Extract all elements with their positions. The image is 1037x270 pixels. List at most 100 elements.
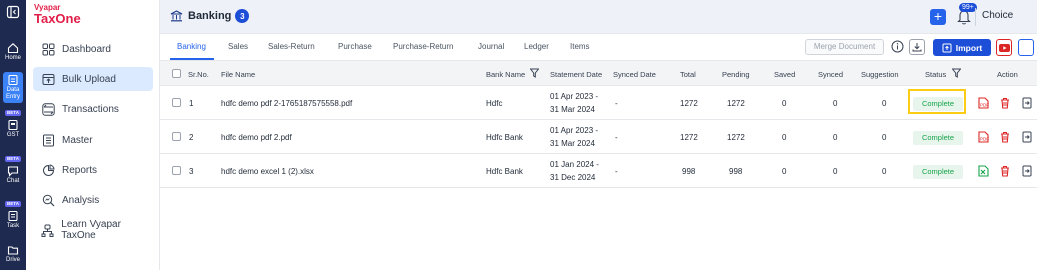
col-statement-date: Statement Date xyxy=(550,70,603,79)
cell-synced: 0 xyxy=(833,133,838,142)
sidebar-item-label: Learn Vyapar TaxOne xyxy=(61,219,121,241)
cell-srno: 2 xyxy=(189,133,194,142)
import-button[interactable]: Import xyxy=(933,39,991,56)
sidebar-item-label: Dashboard xyxy=(62,43,111,55)
info-button[interactable] xyxy=(891,40,904,58)
cell-suggestion: 0 xyxy=(882,99,887,108)
row-checkbox[interactable] xyxy=(172,132,181,141)
cell-synced: 0 xyxy=(833,99,838,108)
table-row[interactable]: 2 hdfc demo pdf 2.pdf Hdfc Bank 01 Apr 2… xyxy=(160,120,1037,154)
sidebar-item-label: Master xyxy=(62,134,93,146)
col-synced: Synced xyxy=(818,70,844,79)
tab-items[interactable]: Items xyxy=(570,42,590,51)
cell-saved: 0 xyxy=(782,167,787,176)
sidebar-item-analysis[interactable]: Analysis xyxy=(33,188,153,212)
col-pending: Pending xyxy=(722,70,750,79)
cell-bank-name: Hdfc Bank xyxy=(486,133,523,142)
cell-srno: 3 xyxy=(189,167,194,176)
select-all-checkbox[interactable] xyxy=(172,69,181,78)
cell-suggestion: 0 xyxy=(882,133,887,142)
sidebar-item-label: Analysis xyxy=(62,194,100,206)
col-bank-name: Bank Name xyxy=(486,70,526,79)
cell-statement-date-start: 01 Apr 2023 - xyxy=(550,126,599,135)
cell-file-name[interactable]: hdfc demo excel 1 (2).xlsx xyxy=(221,167,314,176)
tab-purchase[interactable]: Purchase xyxy=(338,42,372,51)
task-icon xyxy=(8,210,18,222)
brand-logo[interactable]: Vyapar TaxOne xyxy=(34,3,81,26)
count-badge: 3 xyxy=(235,9,250,23)
tab-banking[interactable]: Banking xyxy=(177,42,206,51)
tab-ledger[interactable]: Ledger xyxy=(524,42,549,51)
reports-icon xyxy=(41,163,55,177)
cell-saved: 0 xyxy=(782,133,787,142)
youtube-icon xyxy=(998,43,1010,52)
cell-statement-date-end: 31 Mar 2024 xyxy=(550,105,595,114)
sidebar-item-bulk-upload[interactable]: Bulk Upload xyxy=(33,67,153,91)
import-label: Import xyxy=(955,42,983,53)
table-row[interactable]: 1 hdfc demo pdf 2-1765187575558.pdf Hdfc… xyxy=(160,86,1037,120)
rail-collapse-button[interactable] xyxy=(0,5,26,19)
tab-purchase-return[interactable]: Purchase-Return xyxy=(393,42,453,51)
cell-file-name[interactable]: hdfc demo pdf 2-1765187575558.pdf xyxy=(221,99,352,108)
table-header: Sr.No. File Name Bank Name Statement Dat… xyxy=(160,61,1037,86)
download-button[interactable] xyxy=(909,39,925,55)
row-checkbox[interactable] xyxy=(172,98,181,107)
sidebar-item-dashboard[interactable]: Dashboard xyxy=(33,37,153,61)
page-title: Banking 3 xyxy=(170,9,250,23)
table-row[interactable]: 3 hdfc demo excel 1 (2).xlsx Hdfc Bank 0… xyxy=(160,154,1037,188)
status-filter-icon[interactable] xyxy=(952,68,961,78)
delete-icon[interactable] xyxy=(1000,165,1010,177)
sidebar-item-learn[interactable]: Learn Vyapar TaxOne xyxy=(33,218,153,242)
beta-badge: BETA xyxy=(5,110,21,116)
col-srno: Sr.No. xyxy=(188,70,209,79)
cell-bank-name: Hdfc xyxy=(486,99,503,108)
svg-text:PDF: PDF xyxy=(980,137,989,142)
cell-file-name[interactable]: hdfc demo pdf 2.pdf xyxy=(221,133,292,142)
col-saved: Saved xyxy=(774,70,796,79)
tab-bar: Banking Sales Sales-Return Purchase Purc… xyxy=(160,34,1037,61)
pdf-file-icon[interactable]: PDF xyxy=(978,131,989,143)
row-checkbox[interactable] xyxy=(172,166,181,175)
cell-srno: 1 xyxy=(189,99,194,108)
delete-icon[interactable] xyxy=(1000,131,1010,143)
cell-saved: 0 xyxy=(782,99,787,108)
rail-item-data-entry[interactable]: Data Entry xyxy=(3,72,23,103)
tab-sales-return[interactable]: Sales-Return xyxy=(268,42,315,51)
master-icon xyxy=(41,133,55,147)
cell-bank-name: Hdfc Bank xyxy=(486,167,523,176)
merge-document-button[interactable]: Merge Document xyxy=(805,39,884,55)
info-icon xyxy=(891,40,904,53)
tab-sales[interactable]: Sales xyxy=(228,42,248,51)
sidebar-item-transactions[interactable]: Transactions xyxy=(33,97,153,121)
analysis-icon xyxy=(41,193,55,207)
cell-pending: 1272 xyxy=(727,133,745,142)
sync-icon[interactable] xyxy=(1022,165,1032,177)
cell-statement-date-start: 01 Jan 2024 - xyxy=(550,160,599,169)
pdf-file-icon[interactable]: PDF xyxy=(978,97,989,109)
sidebar-item-master[interactable]: Master xyxy=(33,128,153,152)
rail-label-task: Task xyxy=(6,223,20,229)
delete-icon[interactable] xyxy=(1000,97,1010,109)
tab-journal[interactable]: Journal xyxy=(478,42,504,51)
bank-icon xyxy=(170,10,183,22)
rail-item-drive[interactable]: Drive xyxy=(0,244,26,264)
youtube-button[interactable] xyxy=(996,39,1012,56)
sync-icon[interactable] xyxy=(1022,131,1032,143)
more-button[interactable] xyxy=(1018,39,1034,56)
sidebar-item-label: Reports xyxy=(62,164,98,176)
sync-icon[interactable] xyxy=(1022,97,1032,109)
sidebar-item-reports[interactable]: Reports xyxy=(33,158,153,182)
rail-item-gst[interactable]: BETA GST xyxy=(0,110,26,139)
excel-file-icon[interactable] xyxy=(978,165,989,177)
rail-label-data-entry: Data Entry xyxy=(5,87,20,100)
status-badge: Complete xyxy=(913,165,963,179)
company-selector[interactable]: Choice xyxy=(982,10,1013,21)
rail-item-chat[interactable]: BETA Chat xyxy=(0,156,26,185)
chat-icon xyxy=(7,166,19,177)
col-action: Action xyxy=(997,70,1018,79)
bank-filter-icon[interactable] xyxy=(530,68,539,78)
rail-item-home[interactable]: Home xyxy=(0,42,26,62)
rail-item-task[interactable]: BETA Task xyxy=(0,201,26,230)
col-status: Status xyxy=(925,70,947,79)
add-button[interactable]: + xyxy=(930,9,946,25)
